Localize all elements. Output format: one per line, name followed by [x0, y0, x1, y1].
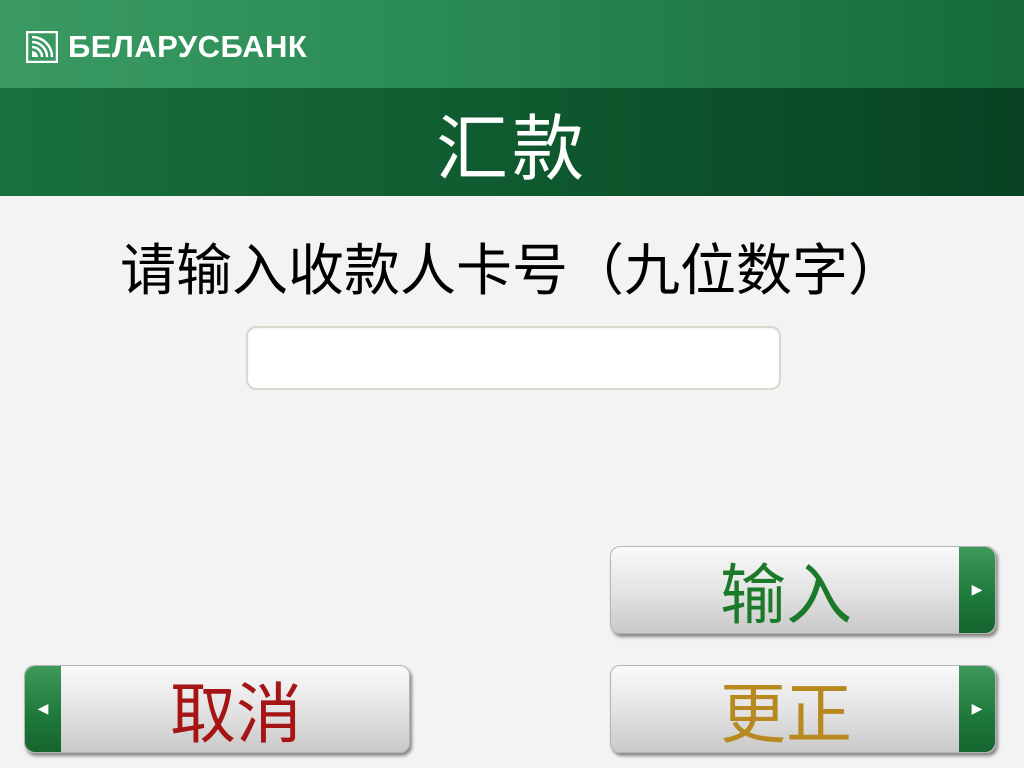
chevron-right-icon: ▶ — [959, 547, 995, 633]
card-number-input[interactable] — [246, 326, 781, 390]
card-number-prompt: 请输入收款人卡号（九位数字） — [120, 239, 904, 304]
chevron-left-icon: ◀ — [25, 666, 61, 752]
correct-button[interactable]: 更正 ▶ — [610, 665, 996, 753]
page-title: 汇款 — [435, 106, 588, 191]
bank-logo: БЕЛАРУСБАНК — [26, 29, 308, 64]
header-bar: БЕЛАРУСБАНК — [0, 0, 1024, 88]
belarusbank-logo-icon — [26, 31, 58, 63]
cancel-button-label: 取消 — [170, 676, 302, 753]
enter-button[interactable]: 输入 ▶ — [610, 546, 996, 634]
chevron-right-icon: ▶ — [959, 666, 995, 752]
correct-button-label: 更正 — [720, 676, 852, 753]
bank-name: БЕЛАРУСБАНК — [68, 29, 308, 64]
title-band: 汇款 — [0, 88, 1024, 196]
enter-button-label: 输入 — [720, 557, 852, 634]
cancel-button[interactable]: ◀ 取消 — [24, 665, 410, 753]
